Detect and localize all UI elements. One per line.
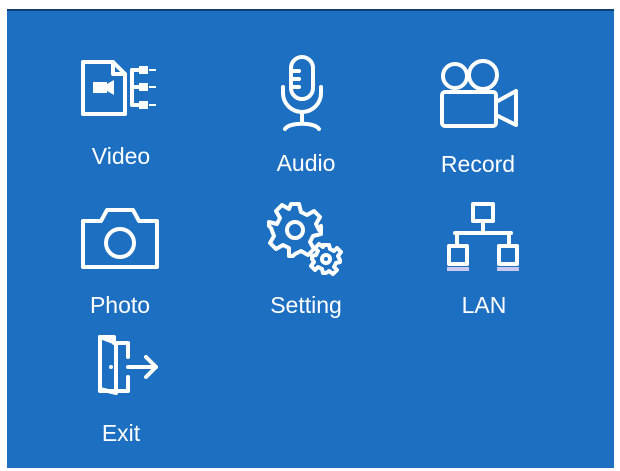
- camera-icon: [81, 208, 159, 269]
- menu-item-label: Record: [440, 151, 516, 177]
- gears-icon: [267, 202, 343, 276]
- exit-door-icon: [98, 335, 158, 395]
- menu-item-label: Audio: [276, 150, 336, 176]
- menu-item-label: Video: [91, 143, 151, 169]
- movie-camera-icon: [440, 59, 518, 128]
- menu-item-label: Setting: [270, 292, 342, 318]
- video-file-icon: [81, 60, 156, 116]
- menu-item-label: Exit: [101, 420, 141, 446]
- network-icon: [447, 202, 519, 271]
- menu-item-label: Photo: [89, 292, 151, 318]
- menu-screen: Video Audio Record Photo Setting LAN Exi…: [7, 9, 614, 468]
- microphone-icon: [281, 55, 323, 131]
- menu-item-label: LAN: [461, 292, 507, 318]
